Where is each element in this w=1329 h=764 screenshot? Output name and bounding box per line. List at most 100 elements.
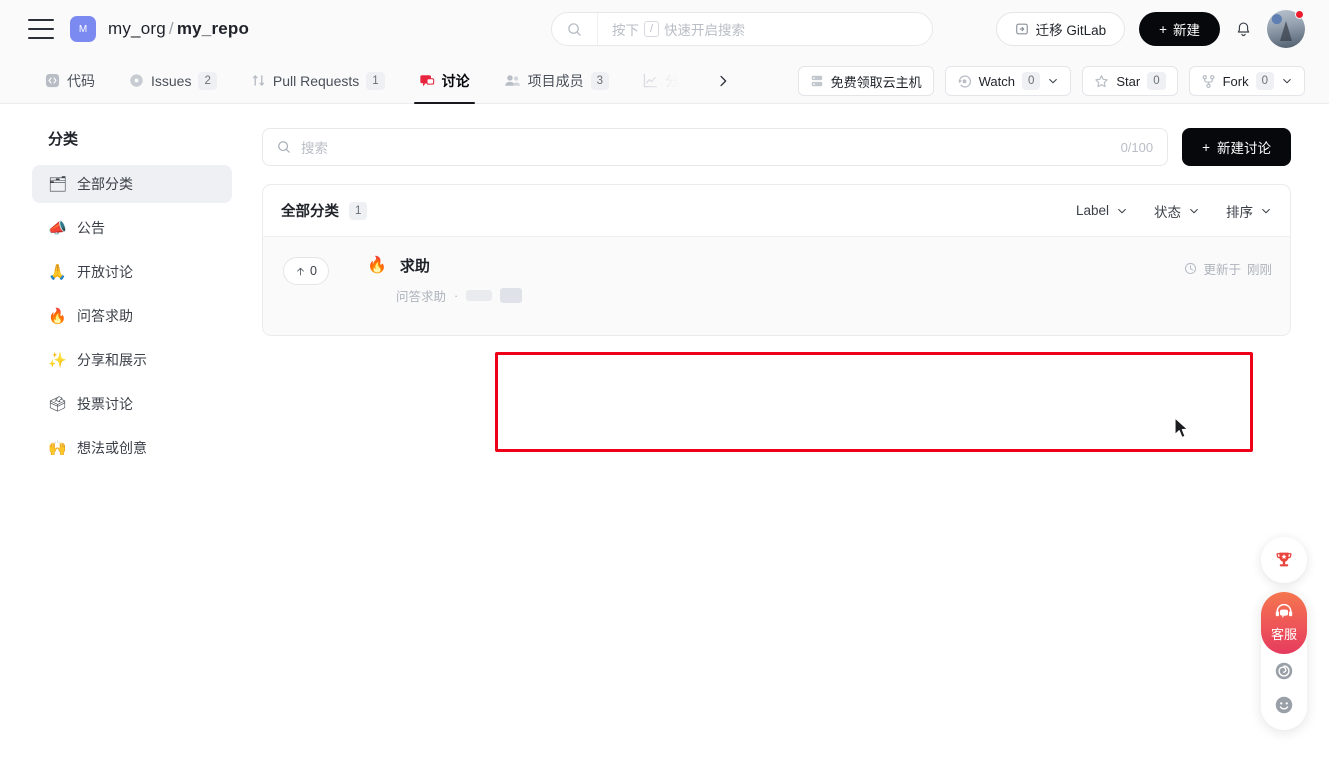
list-filters: Label 状态 排序 — [1076, 201, 1272, 221]
fire-icon: 🔥 — [367, 256, 387, 274]
discussion-list-header: 全部分类 1 Label 状态 排序 — [263, 185, 1290, 237]
sidebar-item-announcement[interactable]: 📣 公告 — [32, 209, 232, 247]
org-avatar[interactable]: M — [70, 16, 96, 42]
meta-separator: · — [454, 288, 459, 303]
fork-label: Fork — [1222, 73, 1249, 89]
fork-count: 0 — [1255, 72, 1274, 90]
sidebar-item-share-showcase[interactable]: ✨ 分享和展示 — [32, 341, 232, 379]
new-discussion-button[interactable]: + 新建讨论 — [1182, 128, 1291, 166]
ballot-box-icon: 🗳 — [48, 395, 68, 413]
headset-icon — [1275, 603, 1293, 619]
fork-button[interactable]: Fork 0 — [1188, 66, 1305, 96]
pray-icon: 🙏 — [48, 263, 67, 281]
filter-sort[interactable]: 排序 — [1226, 201, 1272, 221]
global-search[interactable]: 按下 / 快速开启搜索 — [551, 12, 933, 46]
migrate-gitlab-button[interactable]: 迁移 GitLab — [995, 12, 1126, 46]
raised-hands-icon: 🙌 — [48, 439, 67, 457]
discussion-updated: 更新于 刚刚 — [1184, 259, 1272, 278]
repo-tab-bar: 代码 Issues 2 Pull Requests 1 讨论 项目成员 3 分析… — [0, 58, 1329, 104]
filter-label-text: Label — [1075, 203, 1109, 218]
top-bar-actions: 迁移 GitLab + 新建 — [995, 0, 1305, 58]
bell-icon[interactable] — [1234, 20, 1253, 39]
tab-pull-requests[interactable]: Pull Requests 1 — [234, 58, 402, 103]
upvote-button[interactable]: 0 — [283, 257, 329, 285]
filter-status[interactable]: 状态 — [1154, 201, 1200, 221]
refresh-button[interactable] — [1261, 654, 1307, 688]
breadcrumb-separator: / — [168, 19, 174, 38]
sparkles-icon: ✨ — [48, 351, 67, 369]
chevron-down-icon — [1049, 78, 1058, 84]
upvote-count: 0 — [310, 264, 317, 278]
sidebar-item-poll-discussion[interactable]: 🗳 投票讨论 — [32, 385, 232, 423]
list-title-group: 全部分类 1 — [281, 200, 368, 221]
sidebar-item-open-discussion[interactable]: 🙏 开放讨论 — [32, 253, 232, 291]
star-button[interactable]: Star 0 — [1082, 66, 1178, 96]
breadcrumb-repo[interactable]: my_repo — [177, 19, 249, 38]
smiley-icon — [1275, 696, 1293, 714]
global-search-placeholder: 按下 / 快速开启搜索 — [598, 19, 745, 39]
breadcrumb-org[interactable]: my_org — [108, 19, 166, 38]
mouse-cursor — [1174, 417, 1191, 446]
list-title: 全部分类 — [281, 204, 339, 220]
tab-members-label: 项目成员 — [527, 72, 584, 89]
tab-members[interactable]: 项目成员 3 — [487, 58, 626, 103]
avatar[interactable] — [1267, 10, 1305, 48]
megaphone-icon: 📣 — [48, 219, 67, 237]
page-body: 分类 🗂 全部分类 📣 公告 🙏 开放讨论 🔥 问答求助 ✨ 分享和展示 🗳 投… — [0, 104, 1329, 764]
customer-support-button[interactable]: 客服 — [1261, 592, 1307, 654]
table-row[interactable]: 0 🔥 求助 问答求助 · 更新于 刚刚 — [263, 237, 1290, 335]
tab-analytics[interactable]: 分析 — [626, 58, 710, 103]
sidebar-item-label: 想法或创意 — [77, 440, 147, 456]
analytics-icon — [643, 73, 658, 88]
customer-support-label: 客服 — [1270, 627, 1297, 642]
sidebar-item-label: 公告 — [77, 220, 105, 236]
sidebar-item-label: 问答求助 — [77, 308, 133, 324]
arrow-up-icon — [297, 267, 304, 275]
discussion-meta: 问答求助 · — [396, 286, 1184, 305]
code-icon — [45, 73, 60, 88]
tab-issues[interactable]: Issues 2 — [112, 58, 234, 103]
list-count: 1 — [349, 201, 368, 220]
discussion-toolbar: 搜索 0/100 + 新建讨论 — [262, 128, 1291, 166]
free-cloud-host-button[interactable]: 免费领取云主机 — [797, 66, 934, 96]
category-sidebar: 分类 🗂 全部分类 📣 公告 🙏 开放讨论 🔥 问答求助 ✨ 分享和展示 🗳 投… — [0, 104, 232, 764]
tab-issues-label: Issues — [151, 72, 192, 89]
search-slash-key: / — [644, 21, 660, 37]
author-skeleton — [466, 290, 493, 301]
tab-code-label: 代码 — [67, 72, 95, 89]
search-icon — [278, 141, 290, 153]
repo-action-buttons: 免费领取云主机 Watch 0 Star 0 Fork 0 — [797, 58, 1305, 104]
new-button[interactable]: + 新建 — [1139, 12, 1220, 46]
tab-members-count: 3 — [590, 71, 610, 90]
sidebar-item-all-categories[interactable]: 🗂 全部分类 — [32, 165, 232, 203]
star-count: 0 — [1147, 72, 1166, 90]
feedback-button[interactable] — [1261, 688, 1307, 722]
fork-icon — [1202, 74, 1215, 88]
discussion-title-line: 🔥 求助 — [367, 255, 1184, 276]
discussion-title[interactable]: 求助 — [400, 255, 430, 276]
sidebar-item-ideas[interactable]: 🙌 想法或创意 — [32, 429, 232, 467]
avatar-skeleton — [500, 288, 523, 303]
tab-pull-requests-count: 1 — [366, 71, 385, 90]
discussion-search-placeholder: 搜索 — [301, 141, 328, 156]
watch-button[interactable]: Watch 0 — [944, 66, 1072, 96]
tab-discussion[interactable]: 讨论 — [402, 58, 487, 104]
tab-code[interactable]: 代码 — [28, 58, 112, 103]
filter-label[interactable]: Label — [1076, 203, 1128, 218]
tabs-next-chevron-icon[interactable] — [710, 58, 736, 103]
search-icon — [552, 13, 598, 45]
breadcrumb: my_org / my_repo — [108, 19, 249, 39]
chevron-down-icon — [1262, 208, 1270, 213]
hamburger-icon[interactable] — [28, 19, 54, 39]
sidebar-item-qa-help[interactable]: 🔥 问答求助 — [32, 297, 232, 335]
search-hint-prefix: 按下 — [612, 23, 639, 38]
discussion-search[interactable]: 搜索 0/100 — [262, 128, 1169, 166]
tab-issues-count: 2 — [198, 71, 217, 90]
clock-icon — [1185, 262, 1197, 275]
tab-pull-requests-label: Pull Requests — [272, 72, 360, 89]
trophy-button[interactable] — [1261, 537, 1307, 583]
free-cloud-host-label: 免费领取云主机 — [830, 74, 922, 90]
discussion-list-card: 全部分类 1 Label 状态 排序 0 🔥 求助 问答求助 · 更新于 刚刚 — [262, 184, 1291, 336]
trophy-icon — [1276, 552, 1292, 567]
sidebar-item-label: 全部分类 — [77, 176, 133, 192]
